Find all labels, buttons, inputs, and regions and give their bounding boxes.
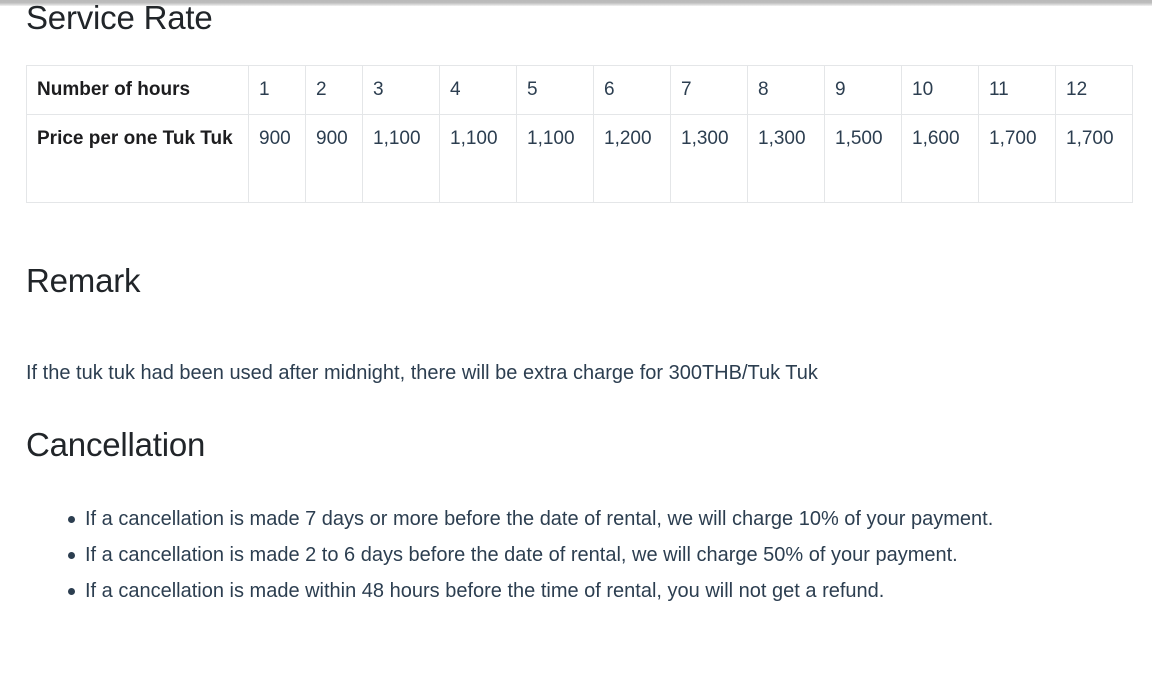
table-cell-hour-9: 9 xyxy=(824,65,902,115)
table-cell-hour-4: 4 xyxy=(439,65,517,115)
table-cell-price-2: 900 xyxy=(305,114,363,203)
table-cell-hour-5: 5 xyxy=(516,65,594,115)
document-page: Service Rate Number of hours 1 2 3 4 5 6… xyxy=(0,0,1152,690)
table-cell-price-9: 1,500 xyxy=(824,114,902,203)
table-row-hours: Number of hours 1 2 3 4 5 6 7 8 9 10 11 … xyxy=(26,65,1133,115)
service-rate-table: Number of hours 1 2 3 4 5 6 7 8 9 10 11 … xyxy=(26,65,1133,203)
table-cell-price-8: 1,300 xyxy=(747,114,825,203)
table-cell-price-10: 1,600 xyxy=(901,114,979,203)
table-cell-price-3: 1,100 xyxy=(362,114,440,203)
list-item: If a cancellation is made within 48 hour… xyxy=(68,573,1152,609)
table-cell-price-5: 1,100 xyxy=(516,114,594,203)
table-header-number-of-hours: Number of hours xyxy=(26,65,249,115)
table-cell-hour-12: 12 xyxy=(1055,65,1133,115)
table-cell-price-11: 1,700 xyxy=(978,114,1056,203)
table-header-price-per-tuk-tuk: Price per one Tuk Tuk xyxy=(26,114,249,203)
list-item: If a cancellation is made 2 to 6 days be… xyxy=(68,537,1080,573)
cancellation-policy-list: If a cancellation is made 7 days or more… xyxy=(26,501,1152,609)
table-cell-hour-10: 10 xyxy=(901,65,979,115)
table-cell-hour-11: 11 xyxy=(978,65,1056,115)
section-title-remark: Remark xyxy=(26,262,141,299)
table-cell-hour-2: 2 xyxy=(305,65,363,115)
table-cell-hour-6: 6 xyxy=(593,65,671,115)
table-cell-price-12: 1,700 xyxy=(1055,114,1133,203)
remark-paragraph: If the tuk tuk had been used after midni… xyxy=(26,362,818,384)
table-cell-price-1: 900 xyxy=(248,114,306,203)
table-cell-price-6: 1,200 xyxy=(593,114,671,203)
table-cell-hour-8: 8 xyxy=(747,65,825,115)
table-cell-hour-7: 7 xyxy=(670,65,748,115)
section-title-cancellation: Cancellation xyxy=(26,426,206,463)
list-item: If a cancellation is made 7 days or more… xyxy=(68,501,1125,537)
page-title-service-rate: Service Rate xyxy=(26,0,213,36)
table-row-prices: Price per one Tuk Tuk 900 900 1,100 1,10… xyxy=(26,114,1133,203)
table-cell-hour-3: 3 xyxy=(362,65,440,115)
table-cell-price-7: 1,300 xyxy=(670,114,748,203)
table-cell-hour-1: 1 xyxy=(248,65,306,115)
table-cell-price-4: 1,100 xyxy=(439,114,517,203)
service-rate-table-container: Number of hours 1 2 3 4 5 6 7 8 9 10 11 … xyxy=(26,65,1133,203)
